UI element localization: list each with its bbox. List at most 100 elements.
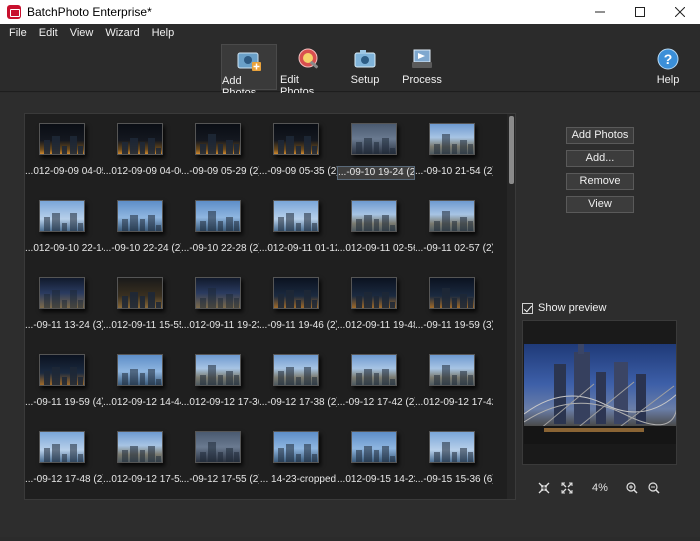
thumbnail-item[interactable]: ...-09-09 05-29 (2) [181, 114, 259, 188]
thumbnail-skyline-shape [356, 219, 362, 231]
thumbnail-skyline-shape [390, 302, 395, 308]
menu-bar: File Edit View Wizard Help [0, 24, 700, 42]
thumbnail-item[interactable]: ...012-09-12 14-44 [103, 345, 181, 419]
setup-icon [352, 47, 378, 71]
toolbar-setup-button[interactable]: Setup [337, 44, 393, 90]
thumbnail-skyline-shape [130, 369, 138, 385]
thumbnail-grid[interactable]: ...012-09-09 04-05 ...012-09-09 04-06 ...-… [24, 113, 516, 500]
thumbnail-skyline-shape [296, 377, 301, 385]
thumbnail-skyline-shape [122, 373, 128, 385]
thumbnail-skyline-shape [148, 138, 155, 154]
thumbnail-skyline-shape [156, 225, 161, 231]
thumbnail-skyline-shape [200, 298, 206, 308]
zoom-out-button[interactable] [648, 480, 660, 496]
thumbnail-item[interactable]: ...-09-11 13-24 (3) [25, 268, 103, 342]
thumbnail-skyline-shape [226, 294, 233, 308]
thumbnail-item[interactable]: ...012-09-11 19-23 [181, 268, 259, 342]
thumbnail-caption: ...012-09-11 19-23 [181, 320, 259, 331]
toolbar-add-photos-button[interactable]: Add Photos [221, 44, 277, 99]
toolbar-process-button[interactable]: Process [394, 44, 450, 90]
thumbnail-skyline-shape [140, 296, 145, 308]
thumbnail-item[interactable]: ...012-09-12 17-52 [103, 422, 181, 496]
thumbnail-item[interactable]: ...-09-10 22-24 (2) [103, 191, 181, 265]
maximize-icon [635, 7, 645, 17]
thumbnail-item[interactable]: ...-09-12 17-42 (2) [337, 345, 415, 419]
add-photos-button[interactable]: Add Photos [566, 127, 634, 144]
view-button[interactable]: View [566, 196, 634, 213]
menu-file[interactable]: File [3, 27, 33, 39]
thumbnail-caption: ...012-09-09 04-05 [25, 166, 103, 177]
minimize-button[interactable] [580, 0, 620, 24]
thumbnail-skyline-shape [442, 365, 450, 385]
thumbnail-skyline-shape [364, 292, 372, 308]
thumbnail-item[interactable]: ...012-09-15 14-23 [337, 422, 415, 496]
thumbnail-image [195, 200, 241, 232]
thumbnail-skyline-shape [364, 369, 372, 385]
maximize-button[interactable] [620, 0, 660, 24]
thumbnail-item[interactable]: ...-09-12 17-48 (2) [25, 422, 103, 496]
thumbnail-item[interactable]: ...-09-11 19-59 (4) [25, 345, 103, 419]
thumbnail-item[interactable]: ...-09-11 19-46 (2) [259, 268, 337, 342]
thumbnail-skyline-shape [468, 144, 473, 154]
thumbnail-item[interactable]: ...-09-10 19-24 (2) [337, 114, 415, 188]
actual-size-button[interactable] [561, 480, 573, 496]
thumbnail-image [117, 431, 163, 463]
menu-view[interactable]: View [64, 27, 100, 39]
thumbnail-item[interactable]: ... 14-23-cropped [259, 422, 337, 496]
thumbnail-item[interactable]: ...012-09-11 01-12 [259, 191, 337, 265]
thumbnail-skyline-shape [278, 217, 284, 231]
thumbnail-item[interactable]: ...012-09-12 17-36 [181, 345, 259, 419]
thumbnail-item[interactable]: ...012-09-09 04-05 [25, 114, 103, 188]
zoom-in-button[interactable] [626, 480, 638, 496]
fit-to-window-button[interactable] [538, 480, 550, 496]
menu-edit[interactable]: Edit [33, 27, 64, 39]
thumbnail-skyline-shape [200, 221, 206, 231]
thumbnail-skyline-shape [374, 142, 379, 154]
thumbnail-item[interactable]: ...012-09-11 15-55 [103, 268, 181, 342]
thumbnail-skyline-shape [140, 373, 145, 385]
toolbar-edit-photos-button[interactable]: Edit Photos [280, 44, 336, 98]
thumbnail-item[interactable]: ...012-09-09 04-06 [103, 114, 181, 188]
thumbnail-skyline-shape [442, 211, 450, 231]
thumbnail-item[interactable]: ...-09-09 05-35 (2) [259, 114, 337, 188]
remove-button[interactable]: Remove [566, 173, 634, 190]
thumbnail-skyline-shape [218, 221, 223, 231]
thumbnail-skyline-shape [70, 213, 77, 231]
thumbnail-item[interactable]: ...-09-12 17-38 (2) [259, 345, 337, 419]
show-preview-toggle[interactable]: Show preview [522, 302, 606, 314]
thumbnail-skyline-shape [62, 454, 67, 462]
thumbnail-scrollbar-thumb[interactable] [509, 116, 514, 184]
thumbnail-skyline-shape [156, 456, 161, 462]
close-button[interactable] [660, 0, 700, 24]
thumbnail-skyline-shape [148, 369, 155, 385]
add-button[interactable]: Add... [566, 150, 634, 167]
thumbnail-caption: ...012-09-15 14-23 [337, 474, 415, 485]
thumbnail-skyline-shape [200, 375, 206, 385]
thumbnail-skyline-shape [390, 148, 395, 154]
thumbnail-skyline-shape [364, 446, 372, 462]
thumbnail-item[interactable]: ...012-09-10 22-14 [25, 191, 103, 265]
thumbnail-skyline-shape [70, 136, 77, 154]
thumbnail-image [117, 200, 163, 232]
thumbnail-item[interactable]: ...-09-10 22-28 (2) [181, 191, 259, 265]
thumbnail-item[interactable]: ...-09-12 17-55 (2) [181, 422, 259, 496]
toolbar-help-button[interactable]: ? Help [640, 44, 696, 90]
thumbnail-skyline-shape [296, 454, 301, 462]
thumbnail-item[interactable]: ...-09-10 21-54 (2) [415, 114, 493, 188]
thumbnail-item[interactable]: ...012-09-12 17-42 [415, 345, 493, 419]
menu-help[interactable]: Help [146, 27, 181, 39]
thumbnail-caption: ...012-09-11 15-55 [103, 320, 181, 331]
show-preview-checkbox[interactable] [522, 302, 533, 314]
menu-wizard[interactable]: Wizard [99, 27, 145, 39]
thumbnail-skyline-shape [226, 371, 233, 385]
thumbnail-skyline-shape [70, 290, 77, 308]
thumbnail-skyline-shape [434, 221, 440, 231]
thumbnail-skyline-shape [286, 367, 294, 385]
thumbnail-item[interactable]: ...-09-11 02-57 (2) [415, 191, 493, 265]
thumbnail-item[interactable]: ...-09-11 19-59 (3) [415, 268, 493, 342]
thumbnail-image [273, 277, 319, 309]
thumbnail-item[interactable]: ...-09-15 15-36 (6) [415, 422, 493, 496]
thumbnail-item[interactable]: ...012-09-11 19-48 [337, 268, 415, 342]
thumbnail-item[interactable]: ...012-09-11 02-56 [337, 191, 415, 265]
thumbnail-skyline-shape [468, 375, 473, 385]
